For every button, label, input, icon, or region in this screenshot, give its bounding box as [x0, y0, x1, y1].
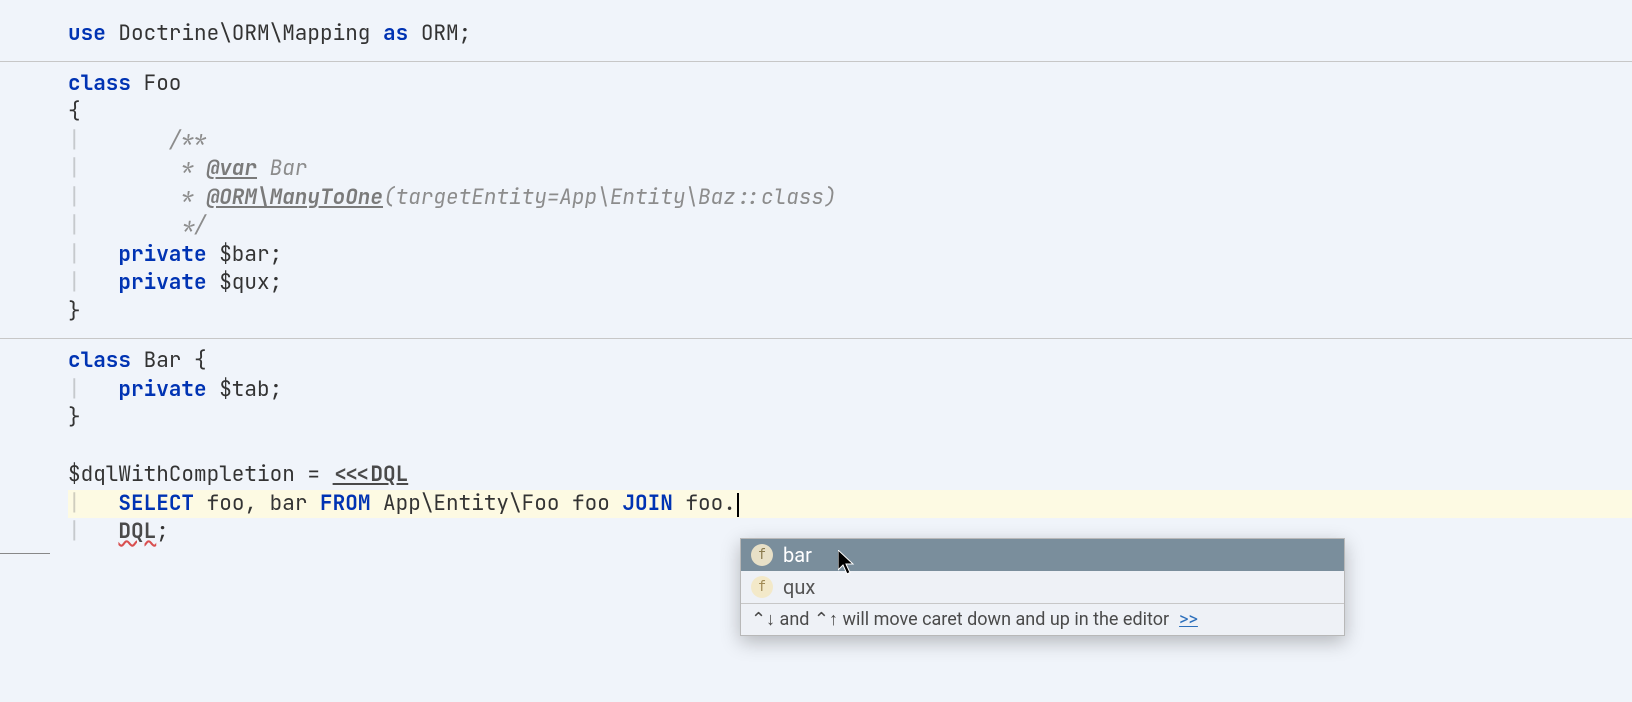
gutter-mark	[0, 553, 50, 554]
dql-from: FROM	[320, 490, 370, 517]
code-line-dql-var[interactable]: $dqlWithCompletion = <<<DQL	[68, 461, 1632, 490]
keyword-as: as	[383, 20, 408, 47]
code-line-dql-select[interactable]: | SELECT foo, bar FROM App\Entity\Foo fo…	[68, 490, 1632, 519]
field-icon: f	[751, 544, 773, 566]
text-caret	[737, 493, 739, 517]
code-section-2[interactable]: class Foo { | /** | * @var Bar | * @ORM\…	[0, 62, 1632, 339]
code-line-brace-close-2[interactable]: }	[68, 404, 1632, 433]
code-line-use[interactable]: use Doctrine\ORM\Mapping as ORM;	[68, 20, 1632, 49]
code-line-class-foo[interactable]: class Foo	[68, 70, 1632, 99]
hint-more-link[interactable]: >>	[1179, 609, 1198, 630]
completion-item-qux[interactable]: f qux	[741, 571, 1344, 603]
field-icon: f	[751, 576, 773, 598]
code-line-private-tab[interactable]: | private $tab;	[68, 376, 1632, 405]
annotation-var: @var	[207, 155, 257, 182]
annotation-orm: @ORM\ManyToOne	[207, 184, 383, 211]
code-line-doc-orm[interactable]: | * @ORM\ManyToOne(targetEntity=App\Enti…	[68, 184, 1632, 213]
code-line-brace-close[interactable]: }	[68, 298, 1632, 327]
code-line-blank[interactable]	[68, 433, 1632, 462]
code-line-class-bar[interactable]: class Bar {	[68, 347, 1632, 376]
code-line-doc-end[interactable]: | */	[68, 212, 1632, 241]
completion-hint: ⌃↓ and ⌃↑ will move caret down and up in…	[741, 603, 1344, 635]
heredoc-open: <<<DQL	[333, 461, 409, 488]
hint-text: ⌃↓ and ⌃↑ will move caret down and up in…	[751, 609, 1169, 630]
keyword-use: use	[68, 20, 106, 47]
code-line-brace[interactable]: {	[68, 98, 1632, 127]
dql-join: JOIN	[622, 490, 672, 517]
code-line-doc-var[interactable]: | * @var Bar	[68, 155, 1632, 184]
heredoc-close: DQL	[118, 518, 156, 545]
code-line-private-qux[interactable]: | private $qux;	[68, 269, 1632, 298]
dql-select: SELECT	[118, 490, 194, 517]
code-section-3[interactable]: class Bar { | private $tab; } $dqlWithCo…	[0, 339, 1632, 547]
code-line-private-bar[interactable]: | private $bar;	[68, 241, 1632, 270]
completion-label: qux	[783, 575, 815, 599]
completion-label: bar	[783, 543, 812, 567]
code-line-doc[interactable]: | /**	[68, 127, 1632, 156]
code-section-1[interactable]: use Doctrine\ORM\Mapping as ORM;	[0, 0, 1632, 61]
completion-popup[interactable]: f bar f qux ⌃↓ and ⌃↑ will move caret do…	[740, 538, 1345, 636]
completion-item-bar[interactable]: f bar	[741, 539, 1344, 571]
